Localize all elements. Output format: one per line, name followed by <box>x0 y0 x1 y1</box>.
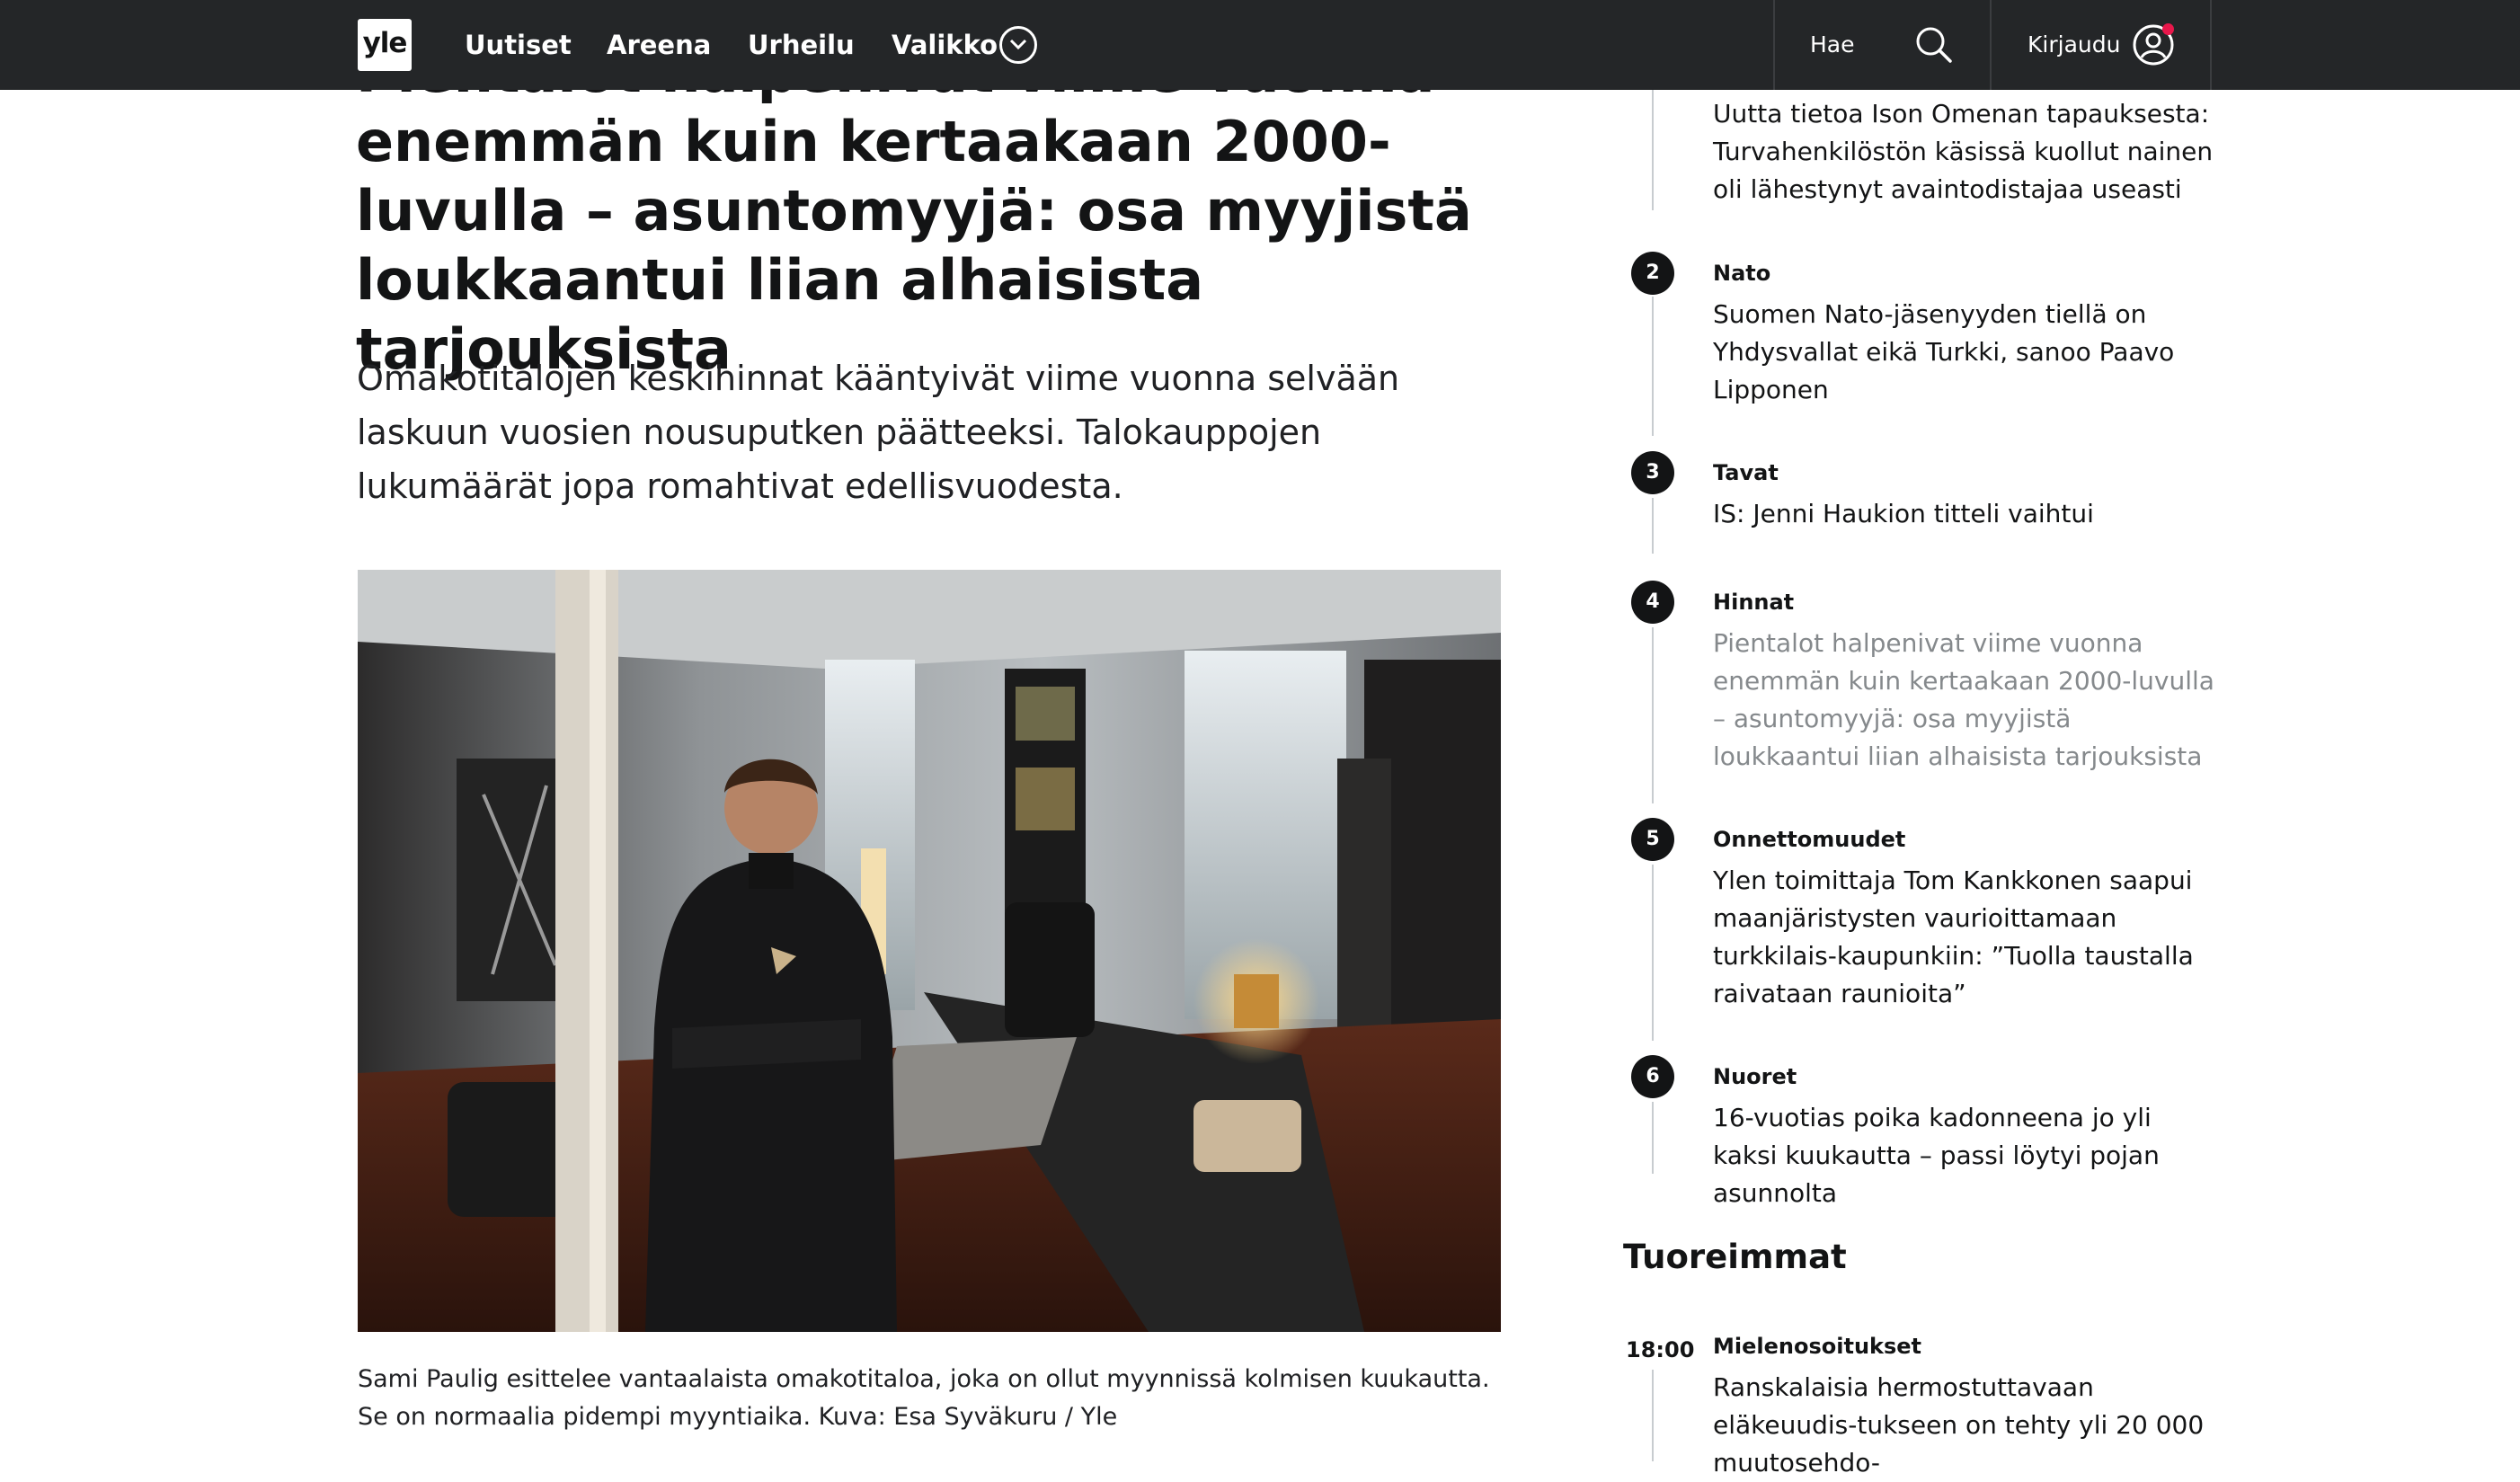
timeline-rail <box>1652 90 1654 210</box>
most-read-category: Onnettomuudet <box>1713 827 1906 852</box>
rank-badge: 5 <box>1631 818 1674 861</box>
most-read-item[interactable]: Hinnat Pientalot halpenivat viime vuonna… <box>1713 587 2216 776</box>
nav-link-valikko[interactable]: Valikko <box>892 27 998 63</box>
article-photo <box>358 570 1501 1332</box>
most-read-title[interactable]: Ylen toimittaja Tom Kankkonen saapui maa… <box>1713 862 2216 1013</box>
latest-item[interactable]: Mielenosoitukset Ranskalaisia hermostutt… <box>1713 1331 2216 1482</box>
most-read-item[interactable]: Nuoret 16-vuotias poika kadonneena jo yl… <box>1713 1061 2216 1212</box>
most-read-category: Tavat <box>1713 460 1779 485</box>
notification-dot <box>2162 23 2174 35</box>
latest-heading: Tuoreimmat <box>1623 1238 1847 1276</box>
rank-badge: 3 <box>1631 451 1674 494</box>
most-read-category: Nuoret <box>1713 1064 1797 1089</box>
article-lead: Omakotitalojen keskihinnat kääntyivät vi… <box>357 359 1400 506</box>
photo-caption: Sami Paulig esittelee vantaalaista omako… <box>358 1365 1490 1431</box>
most-read-title[interactable]: Pientalot halpenivat viime vuonna enemmä… <box>1713 625 2216 776</box>
search-label[interactable]: Hae <box>1810 30 1855 60</box>
timeline-rail <box>1652 1370 1654 1461</box>
most-read-item[interactable]: Nato Suomen Nato-jäsenyyden tiellä on Yh… <box>1713 258 2216 409</box>
rank-badge: 6 <box>1631 1055 1674 1098</box>
living-room-illustration <box>358 570 1501 1332</box>
most-read-item[interactable]: Uutta tietoa Ison Omenan tapauksesta: Tu… <box>1713 95 2216 209</box>
timeline-rail <box>1652 297 1654 436</box>
most-read-title[interactable]: IS: Jenni Haukion titteli vaihtui <box>1713 495 2216 533</box>
nav-divider <box>2210 0 2212 90</box>
most-read-item[interactable]: Tavat IS: Jenni Haukion titteli vaihtui <box>1713 457 2216 533</box>
chevron-down-icon[interactable] <box>999 26 1037 64</box>
timeline-rail <box>1652 627 1654 803</box>
most-read-category: Nato <box>1713 261 1771 286</box>
nav-link-urheilu[interactable]: Urheilu <box>748 27 855 63</box>
latest-title[interactable]: Ranskalaisia hermostuttavaan eläkeuudis-… <box>1713 1369 2216 1482</box>
yle-logo[interactable]: yle <box>358 19 412 71</box>
timeline-rail <box>1652 498 1654 554</box>
nav-link-areena[interactable]: Areena <box>607 27 711 63</box>
search-icon[interactable] <box>1914 25 1954 65</box>
timeline-rail <box>1652 865 1654 1041</box>
timeline-rail <box>1652 1102 1654 1174</box>
most-read-title[interactable]: 16-vuotias poika kadonneena jo yli kaksi… <box>1713 1099 2216 1212</box>
most-read-title[interactable]: Suomen Nato-jäsenyyden tiellä on Yhdysva… <box>1713 296 2216 409</box>
most-read-category: Hinnat <box>1713 590 1795 615</box>
login-label[interactable]: Kirjaudu <box>2028 30 2120 60</box>
most-read-title[interactable]: Uutta tietoa Ison Omenan tapauksesta: Tu… <box>1713 95 2216 209</box>
rank-badge: 4 <box>1631 581 1674 624</box>
most-read-item[interactable]: Onnettomuudet Ylen toimittaja Tom Kankko… <box>1713 824 2216 1013</box>
nav-divider <box>1773 0 1775 90</box>
latest-time: 18:00 <box>1626 1337 1695 1362</box>
nav-link-uutiset[interactable]: Uutiset <box>465 27 572 63</box>
rank-badge: 2 <box>1631 252 1674 295</box>
top-navigation-bar: yle Uutiset Areena Urheilu Valikko Hae K… <box>0 0 2520 90</box>
nav-divider <box>1990 0 1992 90</box>
latest-category: Mielenosoitukset <box>1713 1334 1922 1359</box>
